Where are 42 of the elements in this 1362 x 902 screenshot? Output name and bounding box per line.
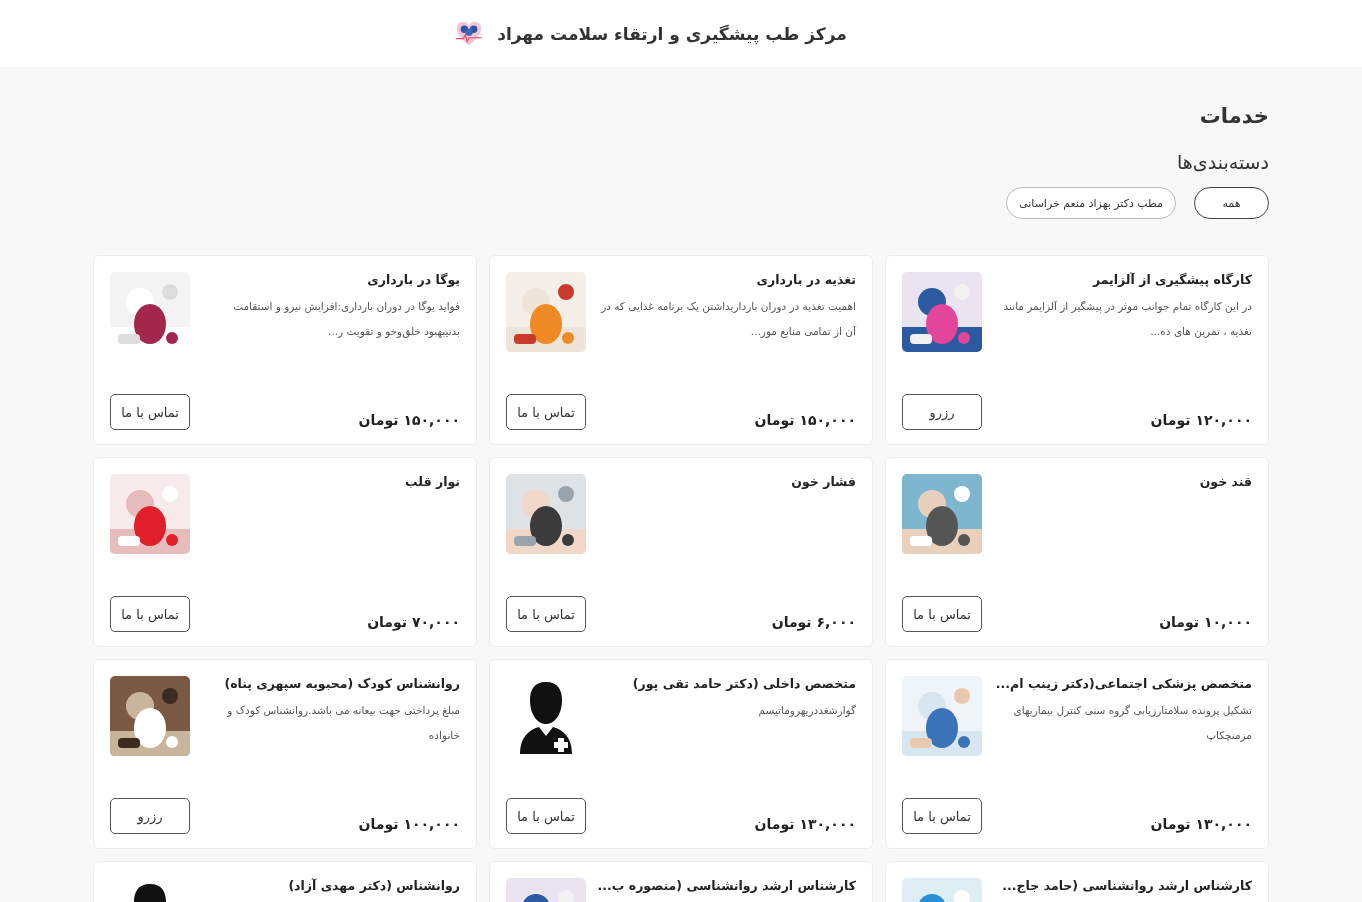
service-title: نوار قلب <box>404 474 460 490</box>
service-button[interactable]: تماس با ما <box>506 596 586 632</box>
heart-logo-icon <box>455 19 484 48</box>
service-button[interactable]: رزرو <box>110 798 190 834</box>
service-title: متخصص داخلی (دکتر حامد تقی پور) <box>631 676 856 692</box>
service-price: ۱۳۰,۰۰۰ تومان <box>1150 816 1252 832</box>
service-title: یوگا در بارداری <box>366 272 460 288</box>
service-description: اهمیت تغذیه در دوران بارداریداشتن یک برنامه غذایی که در آن از تمامی منابع مور... <box>599 299 856 340</box>
service-price: ۱۵۰,۰۰۰ تومان <box>754 412 856 428</box>
service-price: ۱۲۰,۰۰۰ تومان <box>1150 412 1252 428</box>
category-chip[interactable]: همه <box>1194 187 1269 219</box>
categories-heading: دسته‌بندی‌ها <box>1176 151 1269 173</box>
service-button[interactable]: تماس با ما <box>110 394 190 430</box>
service-title: کارگاه پیشگیری از آلزایمر <box>1091 272 1252 288</box>
service-title: تغذیه در بارداری <box>755 272 856 288</box>
service-title: روانشناس کودک (محبوبه سپهری پناه) <box>223 676 460 692</box>
section-title: خدمات <box>1198 103 1269 129</box>
service-description: مبلغ پرداختی جهت بیعانه می باشد.روانشناس کودک و خانواده <box>225 703 460 744</box>
service-title: کارشناس ارشد روانشناسی (حامد جاج... <box>1001 878 1252 894</box>
service-title: روانشناس (دکتر مهدی آزاد) <box>287 878 460 894</box>
service-price: ۱۳۰,۰۰۰ تومان <box>754 816 856 832</box>
site-title: مرکز طب پیشگیری و ارتقاء سلامت مهراد <box>497 23 847 44</box>
service-description: در این کارگاه تمام جوانب موثر در پیشگیر از آلزایمر مانند تغذیه ، تمرین های ذه... <box>1002 299 1252 340</box>
service-description: گوارشغددریهروماتیسم <box>757 703 856 719</box>
service-description: فواید یوگا در دوران بارداری:افزایش نیرو و استقامت بدنیبهبود خلق‌وخو و تقویت ر... <box>232 299 460 340</box>
service-price: ۱۵۰,۰۰۰ تومان <box>358 412 460 428</box>
service-button[interactable]: تماس با ما <box>902 596 982 632</box>
service-price: ۶,۰۰۰ تومان <box>771 614 856 630</box>
service-title: متخصص پزشکی اجتماعی(دکتر زینب ام... <box>994 676 1252 692</box>
service-price: ۱۰۰,۰۰۰ تومان <box>358 816 460 832</box>
category-chip[interactable]: مطب دکتر بهزاد منعم خراسانی <box>1006 187 1176 219</box>
service-price: ۷۰,۰۰۰ تومان <box>367 614 460 630</box>
service-price: ۱۰,۰۰۰ تومان <box>1159 614 1252 630</box>
service-button[interactable]: تماس با ما <box>110 596 190 632</box>
service-title: کارشناس ارشد روانشناسی (منصوره ب... <box>596 878 856 894</box>
service-button[interactable]: تماس با ما <box>902 798 982 834</box>
service-button[interactable]: تماس با ما <box>506 798 586 834</box>
service-button[interactable]: رزرو <box>902 394 982 430</box>
service-description: تشکیل پرونده سلامتارزیابی گروه سنی کنترل بیماریهای مزمنچکاپ <box>1012 703 1252 744</box>
service-title: قند خون <box>1198 474 1252 490</box>
service-button[interactable]: تماس با ما <box>506 394 586 430</box>
service-title: فشار خون <box>790 474 856 490</box>
